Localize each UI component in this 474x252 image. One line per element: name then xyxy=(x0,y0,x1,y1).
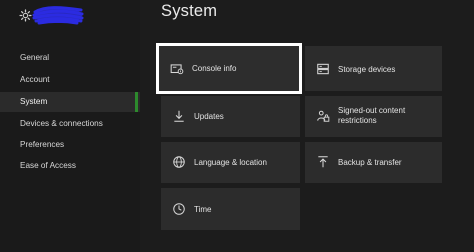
tile-label: Updates xyxy=(194,112,224,121)
page-title: System xyxy=(161,2,218,20)
tile-backup-transfer[interactable]: Backup & transfer xyxy=(305,142,442,183)
sidebar: General Account System Devices & connect… xyxy=(0,0,140,252)
tile-label: Signed-out content restrictions xyxy=(338,106,406,125)
people-lock-icon xyxy=(317,110,330,122)
tile-label: Language & location xyxy=(194,158,267,167)
upload-icon xyxy=(318,156,328,168)
clock-icon xyxy=(173,203,185,215)
redacted-gamertag-scribble xyxy=(32,6,84,25)
tile-label: Storage devices xyxy=(338,65,396,74)
tile-label: Time xyxy=(194,205,212,214)
download-icon xyxy=(174,110,184,122)
tile-updates[interactable]: Updates xyxy=(161,96,300,137)
tile-signed-out-content-restrictions[interactable]: Signed-out content restrictions xyxy=(305,96,442,137)
tile-label: Console info xyxy=(192,64,237,73)
console-info-icon xyxy=(170,64,184,75)
tile-language-location[interactable]: Language & location xyxy=(161,142,300,183)
sidebar-item-system[interactable]: System xyxy=(0,92,140,112)
tile-console-info[interactable]: Console info xyxy=(156,43,302,94)
sidebar-item-preferences[interactable]: Preferences xyxy=(0,135,140,155)
sidebar-item-ease-of-access[interactable]: Ease of Access xyxy=(0,156,140,176)
tile-label: Backup & transfer xyxy=(338,158,402,167)
settings-screen: General Account System Devices & connect… xyxy=(0,0,474,252)
storage-icon xyxy=(317,63,329,75)
sidebar-item-general[interactable]: General xyxy=(0,48,140,68)
globe-icon xyxy=(173,156,185,168)
sidebar-item-account[interactable]: Account xyxy=(0,70,140,90)
sidebar-item-devices-connections[interactable]: Devices & connections xyxy=(0,114,140,134)
tile-time[interactable]: Time xyxy=(161,188,300,230)
tile-storage-devices[interactable]: Storage devices xyxy=(305,46,442,91)
